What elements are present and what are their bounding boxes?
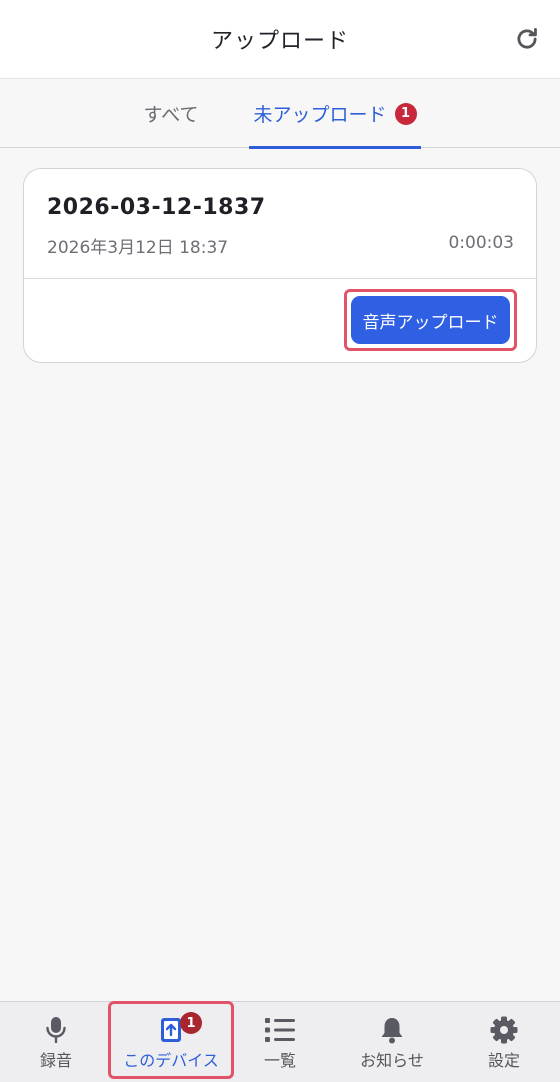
tab-not-uploaded[interactable]: 未アップロード 1 bbox=[249, 79, 421, 149]
recording-date: 2026年3月12日 18:37 bbox=[47, 238, 229, 258]
nav-item-record[interactable]: 録音 bbox=[22, 1002, 90, 1082]
list-icon bbox=[265, 1018, 295, 1042]
nav-device-badge: 1 bbox=[180, 1012, 202, 1034]
nav-list-icon-wrap bbox=[265, 1016, 295, 1044]
recording-card-info[interactable]: 2026-03-12-1837 2026年3月12日 18:37 0:00:03 bbox=[24, 169, 536, 279]
tab-all[interactable]: すべて bbox=[130, 79, 212, 148]
nav-item-notifications[interactable]: お知らせ bbox=[346, 1002, 438, 1082]
refresh-button[interactable] bbox=[512, 24, 542, 54]
nav-device-icon-wrap: 1 bbox=[160, 1012, 202, 1044]
tab-not-uploaded-label: 未アップロード bbox=[253, 104, 387, 126]
nav-list-label: 一覧 bbox=[263, 1051, 296, 1070]
page-title: アップロード bbox=[210, 29, 349, 54]
gear-icon bbox=[490, 1016, 518, 1044]
nav-item-list[interactable]: 一覧 bbox=[244, 1002, 316, 1082]
refresh-icon bbox=[517, 28, 537, 49]
bottom-navigation: 録音 1 このデバイス 一覧 お知らせ 設定 bbox=[0, 1001, 560, 1082]
nav-notice-label: お知らせ bbox=[360, 1051, 424, 1070]
nav-item-settings[interactable]: 設定 bbox=[470, 1002, 538, 1082]
tab-bar: すべて 未アップロード 1 bbox=[0, 79, 560, 149]
tab-count-badge: 1 bbox=[394, 102, 417, 125]
bell-icon bbox=[381, 1018, 403, 1044]
nav-settings-label: 設定 bbox=[487, 1051, 520, 1070]
tab-all-label: すべて bbox=[143, 104, 199, 126]
app-root: アップロード すべて 未アップロード 1 2026-03-12-1837 202… bbox=[0, 0, 560, 1082]
upload-button-highlight: 音声アップロード bbox=[344, 289, 517, 351]
nav-notice-icon-wrap bbox=[380, 1016, 404, 1044]
nav-device-label: このデバイス bbox=[123, 1051, 219, 1070]
nav-settings-icon-wrap bbox=[490, 1016, 518, 1044]
recording-duration: 0:00:03 bbox=[448, 233, 514, 253]
header-bar: アップロード bbox=[0, 0, 560, 79]
upload-device-icon bbox=[161, 1018, 181, 1042]
nav-item-this-device[interactable]: 1 このデバイス bbox=[110, 1002, 232, 1082]
nav-record-icon-wrap bbox=[45, 1016, 67, 1044]
nav-record-label: 録音 bbox=[39, 1051, 72, 1070]
recording-title: 2026-03-12-1837 bbox=[47, 195, 266, 220]
recording-card: 2026-03-12-1837 2026年3月12日 18:37 0:00:03… bbox=[23, 168, 537, 363]
upload-audio-button[interactable]: 音声アップロード bbox=[351, 296, 510, 344]
microphone-icon bbox=[46, 1017, 66, 1044]
